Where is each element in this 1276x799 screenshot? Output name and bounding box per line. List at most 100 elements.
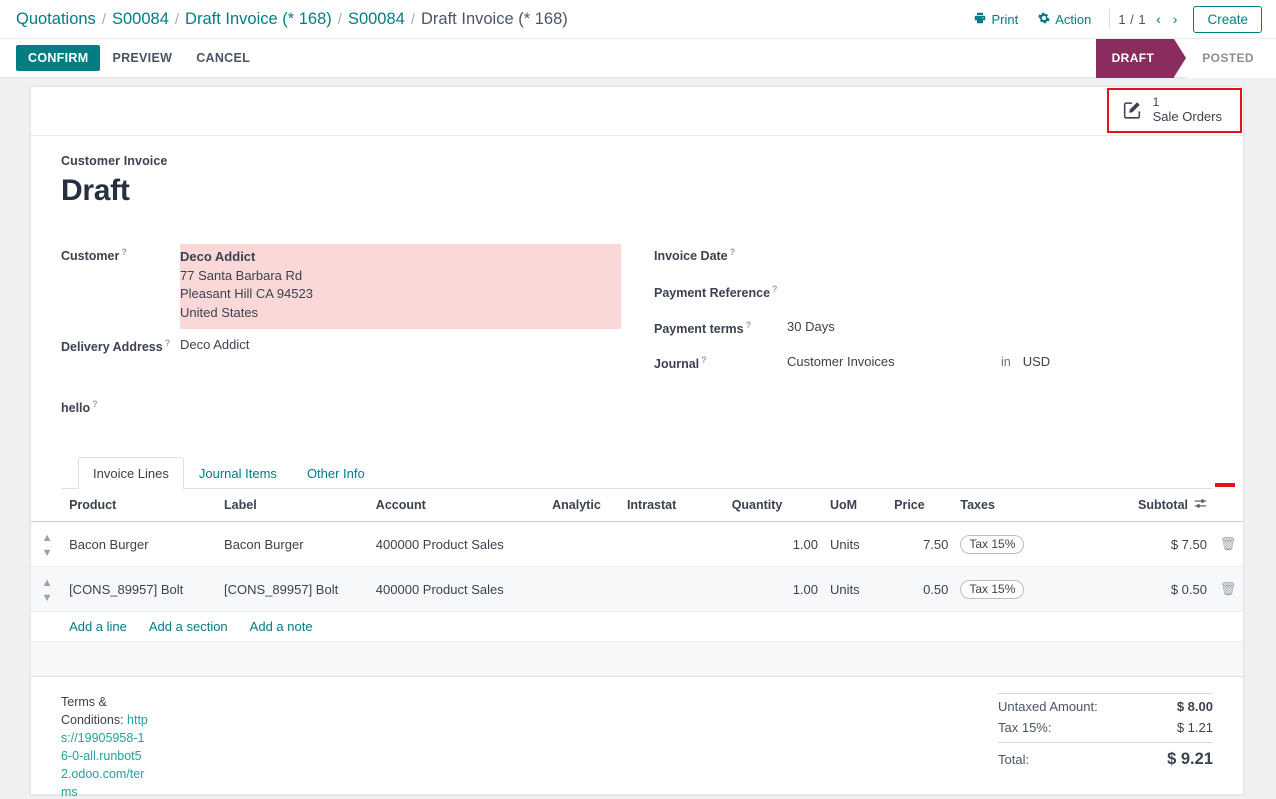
- tax-value: $ 1.21: [1176, 720, 1213, 736]
- header-product[interactable]: Product: [63, 489, 219, 523]
- hello-label: hello?: [61, 399, 98, 416]
- header-intrastat[interactable]: Intrastat: [620, 489, 726, 523]
- tab-journal-items[interactable]: Journal Items: [184, 457, 292, 489]
- header-account[interactable]: Account: [369, 489, 547, 523]
- cell-account[interactable]: 400000 Product Sales: [369, 521, 547, 568]
- print-button[interactable]: Print: [964, 9, 1028, 30]
- invoice-lines-table: Product Label Account Analytic Intrastat…: [31, 489, 1243, 643]
- cell-intrastat[interactable]: [620, 566, 726, 613]
- terms-and-conditions: Terms & Conditions: https://19905958-16-…: [61, 693, 151, 799]
- breadcrumb-separator: /: [410, 10, 416, 28]
- cell-label[interactable]: Bacon Burger: [218, 521, 370, 568]
- cell-price[interactable]: 0.50: [888, 566, 955, 613]
- help-icon[interactable]: ?: [121, 247, 127, 257]
- help-icon[interactable]: ?: [772, 284, 778, 294]
- cell-uom[interactable]: Units: [824, 566, 889, 613]
- confirm-button[interactable]: CONFIRM: [16, 45, 101, 71]
- header-analytic[interactable]: Analytic: [546, 489, 621, 523]
- status-draft[interactable]: DRAFT: [1095, 38, 1186, 78]
- sale-orders-smart-button[interactable]: 1 Sale Orders: [1106, 88, 1242, 133]
- row-drag-handle[interactable]: ▲ ▼: [31, 521, 64, 568]
- table-body: ▲ ▼ Bacon Burger Bacon Burger 400000 Prod…: [31, 521, 1243, 643]
- breadcrumb-item-s00084-2[interactable]: S00084: [348, 10, 405, 29]
- total-value: $ 9.21: [1167, 750, 1213, 769]
- tab-invoice-lines[interactable]: Invoice Lines: [78, 457, 184, 490]
- header-handle: [31, 489, 64, 523]
- field-journal: Journal? Customer Invoices in USD: [654, 352, 1213, 371]
- customer-value[interactable]: Deco Addict 77 Santa Barbara Rd Pleasant…: [180, 244, 621, 329]
- header-price[interactable]: Price: [888, 489, 955, 523]
- payment-terms-value[interactable]: 30 Days: [787, 317, 835, 336]
- header-uom[interactable]: UoM: [824, 489, 889, 523]
- header-delete: [1213, 489, 1243, 523]
- total-label: Total:: [998, 752, 1030, 768]
- breadcrumb-item-draft-invoice-1[interactable]: Draft Invoice (* 168): [185, 10, 332, 29]
- delivery-address-value[interactable]: Deco Addict: [180, 335, 249, 354]
- add-a-section-link[interactable]: Add a section: [149, 619, 228, 634]
- add-row: Add a line Add a section Add a note: [31, 611, 1243, 643]
- pencil-square-icon: [1121, 99, 1143, 121]
- cell-subtotal: $ 0.50: [1114, 566, 1213, 613]
- journal-value-group: Customer Invoices in USD: [787, 352, 1050, 371]
- cell-product[interactable]: [CONS_89957] Bolt: [63, 566, 219, 613]
- preview-button[interactable]: PREVIEW: [100, 45, 184, 71]
- cell-delete[interactable]: 🗑: [1213, 566, 1243, 613]
- table-header-row: Product Label Account Analytic Intrastat…: [31, 489, 1243, 523]
- journal-in-label: in: [1001, 355, 1011, 370]
- journal-currency[interactable]: USD: [1023, 354, 1050, 369]
- cell-price[interactable]: 7.50: [888, 521, 955, 568]
- field-payment-terms: Payment terms? 30 Days: [654, 317, 1213, 336]
- breadcrumb-item-s00084-1[interactable]: S00084: [112, 10, 169, 29]
- table-row[interactable]: ▲ ▼ Bacon Burger Bacon Burger 400000 Prod…: [31, 521, 1243, 568]
- help-icon[interactable]: ?: [165, 338, 171, 348]
- cell-account[interactable]: 400000 Product Sales: [369, 566, 547, 613]
- pager-next-icon[interactable]: ›: [1171, 11, 1180, 27]
- cell-label[interactable]: [CONS_89957] Bolt: [218, 566, 370, 613]
- help-icon[interactable]: ?: [701, 355, 707, 365]
- breadcrumb: Quotations / S00084 / Draft Invoice (* 1…: [16, 10, 568, 29]
- header-label[interactable]: Label: [218, 489, 370, 523]
- cell-product[interactable]: Bacon Burger: [63, 521, 219, 568]
- cell-quantity[interactable]: 1.00: [725, 566, 824, 613]
- field-invoice-date: Invoice Date?: [654, 244, 1213, 263]
- sheet-container: 1 Sale Orders Customer Invoice Draft Cus…: [0, 78, 1276, 799]
- breadcrumb-separator: /: [337, 10, 342, 28]
- add-links-cell: Add a line Add a section Add a note: [63, 611, 1243, 643]
- status-posted[interactable]: POSTED: [1186, 38, 1276, 78]
- cell-analytic[interactable]: [546, 521, 621, 568]
- action-button[interactable]: Action: [1028, 9, 1101, 30]
- header-quantity[interactable]: Quantity: [725, 489, 824, 523]
- cell-uom[interactable]: Units: [824, 521, 889, 568]
- control-panel-actions: Print Action 1 / 1 ‹ › Create: [964, 5, 1262, 33]
- pager-previous-icon[interactable]: ‹: [1154, 11, 1163, 27]
- row-drag-handle[interactable]: ▲ ▼: [31, 566, 64, 613]
- add-a-line-link[interactable]: Add a line: [69, 619, 127, 634]
- optional-columns-icon[interactable]: [1194, 497, 1207, 513]
- cell-quantity[interactable]: 1.00: [725, 521, 824, 568]
- journal-value[interactable]: Customer Invoices: [787, 354, 1001, 369]
- help-icon[interactable]: ?: [92, 399, 98, 409]
- sale-orders-label: Sale Orders: [1152, 108, 1222, 124]
- notebook-tabs: Invoice Lines Journal Items Other Info: [61, 457, 1213, 490]
- help-icon[interactable]: ?: [730, 247, 736, 257]
- cell-taxes[interactable]: Tax 15%: [954, 521, 1115, 568]
- customer-country: United States: [180, 304, 259, 320]
- cell-intrastat[interactable]: [620, 521, 726, 568]
- group-left: Customer? Deco Addict 77 Santa Barbara R…: [61, 244, 654, 417]
- header-taxes[interactable]: Taxes: [954, 489, 1115, 523]
- help-icon[interactable]: ?: [746, 320, 752, 330]
- cell-taxes[interactable]: Tax 15%: [954, 566, 1115, 613]
- drag-handle-icon: ▲ ▼: [41, 532, 53, 560]
- create-button[interactable]: Create: [1193, 5, 1262, 33]
- breadcrumb-separator: /: [174, 10, 180, 28]
- table-row[interactable]: ▲ ▼ [CONS_89957] Bolt [CONS_89957] Bolt 4…: [31, 566, 1243, 613]
- totals-block: Untaxed Amount: $ 8.00 Tax 15%: $ 1.21 T…: [998, 693, 1213, 799]
- cell-analytic[interactable]: [546, 566, 621, 613]
- page-title: Draft: [61, 174, 130, 207]
- customer-city: Pleasant Hill CA 94523: [180, 286, 313, 301]
- add-a-note-link[interactable]: Add a note: [250, 619, 313, 634]
- cancel-button[interactable]: CANCEL: [184, 45, 262, 71]
- tab-other-info[interactable]: Other Info: [292, 457, 380, 489]
- breadcrumb-item-quotations[interactable]: Quotations: [16, 10, 96, 29]
- cell-delete[interactable]: 🗑: [1213, 521, 1243, 568]
